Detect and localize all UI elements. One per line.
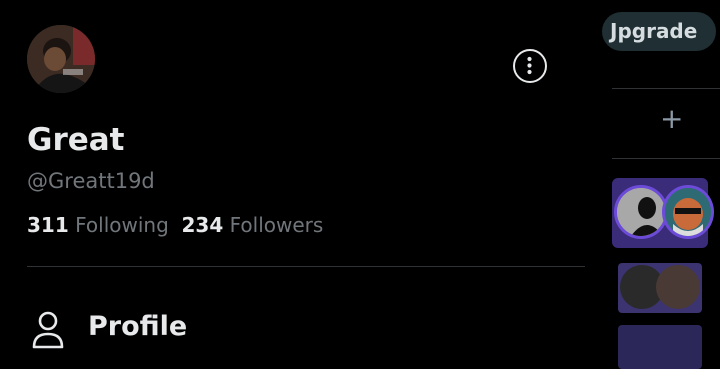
- profile-handle: @Greatt19d: [27, 169, 155, 193]
- divider: [612, 88, 720, 89]
- account-drawer: Great @Greatt19d 311 Following 234 Follo…: [0, 0, 612, 369]
- follow-stats: 311 Following 234 Followers: [27, 211, 323, 239]
- more-vertical-icon: [527, 56, 532, 75]
- followers-label: Followers: [229, 213, 324, 237]
- divider: [27, 266, 585, 267]
- nav-item-profile[interactable]: Profile: [27, 305, 427, 355]
- following-count: 311: [27, 213, 69, 237]
- space-card[interactable]: [612, 178, 714, 248]
- background-panel: Jpgrade +: [602, 0, 720, 369]
- nav-item-label: Profile: [88, 311, 188, 342]
- person-icon: [30, 310, 66, 354]
- add-icon[interactable]: +: [660, 105, 683, 133]
- following-label: Following: [75, 213, 169, 237]
- followers-link[interactable]: 234 Followers: [182, 213, 324, 237]
- avatar: [614, 185, 668, 239]
- upgrade-button[interactable]: Jpgrade: [602, 12, 716, 51]
- space-card: [618, 325, 702, 369]
- avatar: [656, 265, 700, 309]
- avatar[interactable]: [27, 25, 95, 93]
- space-card[interactable]: [618, 263, 702, 313]
- profile-name: Great: [27, 122, 125, 158]
- more-options-button[interactable]: [513, 49, 547, 83]
- following-link[interactable]: 311 Following: [27, 213, 169, 237]
- avatar: [662, 185, 714, 239]
- divider: [612, 158, 720, 159]
- followers-count: 234: [181, 213, 224, 237]
